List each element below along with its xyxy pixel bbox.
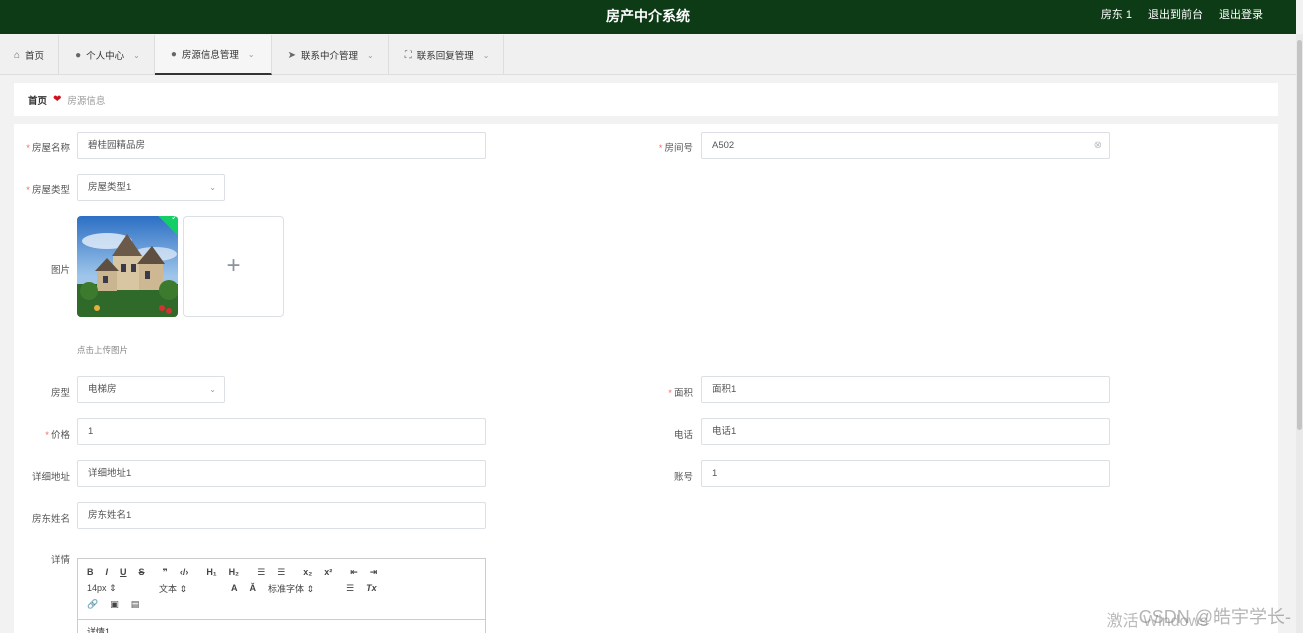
image-icon[interactable]: ▣ <box>110 599 119 610</box>
nav-label: 联系回复管理 <box>416 51 474 62</box>
house-name-input[interactable]: 碧桂园精品房 <box>77 132 486 159</box>
send-icon: ➤ <box>287 49 296 61</box>
user-name-link[interactable]: 房东 1 <box>1101 0 1132 30</box>
fullscreen-icon: ⛶ <box>404 49 412 61</box>
bold-icon[interactable]: B <box>87 567 94 577</box>
plus-icon: + <box>226 252 241 279</box>
phone-input[interactable]: 电话1 <box>701 418 1110 445</box>
upload-add-button[interactable]: + <box>183 216 284 317</box>
page-scrollbar[interactable] <box>1296 34 1303 633</box>
scrollbar-thumb[interactable] <box>1297 40 1302 430</box>
heart-icon: ❤ <box>53 94 62 105</box>
chevron-down-icon: ⌄ <box>247 49 255 59</box>
background-color-icon[interactable]: Ă <box>250 583 257 593</box>
form-panel: * 房屋名称 碧桂园精品房 * 房间号 A502 ⊗ * 房屋类型 房屋类型1 ⌄ 图片 <box>14 124 1278 633</box>
rich-text-editor: B I U S ❞ ‹/› H₁ H₂ ☰ ☰ x₂ x² ⇤ ⇥ 14px ⇕… <box>77 558 486 633</box>
superscript-icon[interactable]: x² <box>324 567 332 577</box>
editor-content[interactable]: 详情1 <box>78 620 485 633</box>
logout-link[interactable]: 退出登录 <box>1219 0 1263 30</box>
nav-label: 首页 <box>25 51 45 62</box>
chevron-down-icon: ⌄ <box>209 385 216 394</box>
phone-label: 电话 <box>673 430 693 441</box>
price-input[interactable]: 1 <box>77 418 486 445</box>
ordered-list-icon[interactable]: ☰ <box>257 567 265 578</box>
nav-item-personal[interactable]: ● 个人中心 ⌄ <box>59 35 155 75</box>
house-photo <box>77 216 178 317</box>
link-icon[interactable]: 🔗 <box>87 599 98 610</box>
home-icon: ⌂ <box>14 49 21 61</box>
user-icon: ● <box>75 49 82 61</box>
blockquote-icon[interactable]: ❞ <box>163 567 168 578</box>
address-label: 详细地址 <box>31 472 70 483</box>
price-label: * 价格 <box>45 430 70 441</box>
breadcrumb-current: 房源信息 <box>67 95 106 107</box>
bullet-list-icon[interactable]: ☰ <box>277 567 285 578</box>
location-icon: ● <box>170 48 177 60</box>
breadcrumb: 首页 ❤ 房源信息 <box>14 83 1278 116</box>
breadcrumb-home[interactable]: 首页 <box>28 93 47 107</box>
font-size-select[interactable]: 14px ⇕ <box>87 583 147 594</box>
clear-format-icon[interactable]: Tx <box>366 583 377 593</box>
indent-icon[interactable]: ⇥ <box>370 567 378 578</box>
room-no-label: * 房间号 <box>658 143 693 154</box>
area-label: * 面积 <box>668 388 693 399</box>
check-icon: ✓ <box>171 216 178 222</box>
heading1-icon[interactable]: H₁ <box>206 567 216 577</box>
align-icon[interactable]: ☰ <box>346 583 354 594</box>
chevron-down-icon: ⌄ <box>133 50 140 60</box>
chevron-down-icon: ⌄ <box>482 50 490 60</box>
nav-label: 房源信息管理 <box>181 50 239 61</box>
upload-hint[interactable]: 点击上传图片 <box>77 344 128 356</box>
image-label: 图片 <box>50 265 70 276</box>
italic-icon[interactable]: I <box>106 567 109 577</box>
heading2-icon[interactable]: H₂ <box>229 567 240 577</box>
editor-toolbar: B I U S ❞ ‹/› H₁ H₂ ☰ ☰ x₂ x² ⇤ ⇥ 14px ⇕… <box>78 559 485 620</box>
house-name-label: * 房屋名称 <box>26 143 70 154</box>
csdn-watermark: CSDN @皓宇学长- <box>1138 607 1291 627</box>
area-input[interactable]: 面积1 <box>701 376 1110 403</box>
outdent-icon[interactable]: ⇤ <box>350 567 358 578</box>
font-family-select[interactable]: 标准字体 ⇕ <box>268 582 334 595</box>
nav-label: 个人中心 <box>86 51 125 62</box>
address-input[interactable]: 详细地址1 <box>77 460 486 487</box>
exit-to-front-link[interactable]: 退出到前台 <box>1148 0 1203 30</box>
subscript-icon[interactable]: x₂ <box>303 567 312 577</box>
nav-item-contact-agent[interactable]: ➤ 联系中介管理 ⌄ <box>272 35 389 75</box>
header-bar: 房产中介系统 房东 1 退出到前台 退出登录 <box>0 0 1296 34</box>
font-color-icon[interactable]: A <box>231 583 238 593</box>
house-type-label: * 房屋类型 <box>26 185 70 196</box>
header-links: 房东 1 退出到前台 退出登录 <box>1101 0 1263 30</box>
chevron-down-icon: ⌄ <box>209 183 216 192</box>
code-block-icon[interactable]: ‹/› <box>180 567 189 577</box>
layout-label: 房型 <box>50 388 70 399</box>
nav-label: 联系中介管理 <box>300 51 358 62</box>
nav-item-home[interactable]: ⌂ 首页 <box>0 35 60 75</box>
uploaded-image[interactable]: ✓ <box>77 216 178 317</box>
account-label: 账号 <box>673 472 693 483</box>
account-input[interactable]: 1 <box>701 460 1110 487</box>
underline-icon[interactable]: U <box>120 567 127 577</box>
detail-label: 详情 <box>50 555 70 566</box>
strikethrough-icon[interactable]: S <box>139 567 145 577</box>
video-icon[interactable]: ▤ <box>131 599 140 610</box>
paragraph-select[interactable]: 文本 ⇕ <box>159 582 219 595</box>
house-type-select[interactable]: 房屋类型1 ⌄ <box>77 174 225 201</box>
nav-item-house-info[interactable]: ● 房源信息管理 ⌄ <box>154 35 272 75</box>
layout-select[interactable]: 电梯房 ⌄ <box>77 376 225 403</box>
landlord-label: 房东姓名 <box>31 514 70 525</box>
clear-icon[interactable]: ⊗ <box>1094 133 1102 158</box>
landlord-input[interactable]: 房东姓名1 <box>77 502 486 529</box>
room-no-input[interactable]: A502 ⊗ <box>701 132 1110 159</box>
main-nav: ⌂ 首页 ● 个人中心 ⌄ ● 房源信息管理 ⌄ ➤ 联系中介管理 ⌄ ⛶ 联系… <box>0 35 1296 75</box>
nav-item-contact-reply[interactable]: ⛶ 联系回复管理 ⌄ <box>389 35 505 75</box>
chevron-down-icon: ⌄ <box>367 50 374 60</box>
